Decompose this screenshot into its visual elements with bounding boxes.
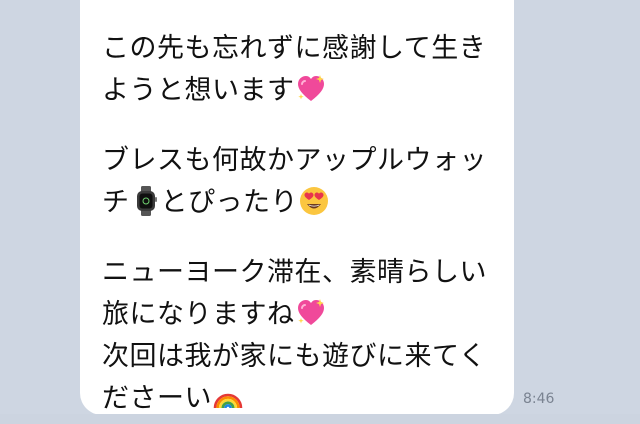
message-line: この先も忘れずに感謝して生き [102, 28, 492, 70]
message-line: 旅になりますね [102, 294, 492, 336]
sparkling-heart-icon [296, 74, 326, 104]
message-text: 旅になりますね [102, 299, 295, 330]
message-timestamp: 8:46 [523, 391, 555, 407]
rainbow-icon [213, 382, 243, 412]
message-line: 次回は我が家にも遊びに来てく [102, 336, 492, 378]
message-paragraph: この先も忘れずに感謝して生き ようと想います [102, 28, 492, 112]
message-text: 次回は我が家にも遊びに来てく [102, 341, 487, 372]
message-text: ニューヨーク滞在、素晴らしい [102, 257, 487, 288]
chat-bottom-edge [0, 414, 640, 424]
heart-eyes-face-icon [299, 186, 329, 216]
message-bubble[interactable]: この先も忘れずに感謝して生き ようと想います ブレスも何故かアップルウォッ チ [80, 0, 514, 415]
message-text: ブレスも何故かアップルウォッ [102, 145, 487, 176]
message-line: ニューヨーク滞在、素晴らしい [102, 252, 492, 294]
message-line: チ とぴったり [102, 182, 492, 224]
message-text: チ [102, 187, 130, 218]
message-line: ようと想います [102, 70, 492, 112]
message-text: ようと想います [102, 75, 295, 106]
sparkling-heart-icon [296, 298, 326, 328]
message-text: この先も忘れずに感謝して生き [102, 33, 487, 64]
watch-icon [131, 186, 161, 216]
message-line: ブレスも何故かアップルウォッ [102, 140, 492, 182]
message-text: とぴったり [160, 187, 298, 218]
message-paragraph: ニューヨーク滞在、素晴らしい 旅になりますね 次回は我が家にも遊びに来てく ださ… [102, 252, 492, 420]
message-text: ださーい [102, 383, 212, 414]
message-paragraph: ブレスも何故かアップルウォッ チ とぴったり [102, 140, 492, 224]
